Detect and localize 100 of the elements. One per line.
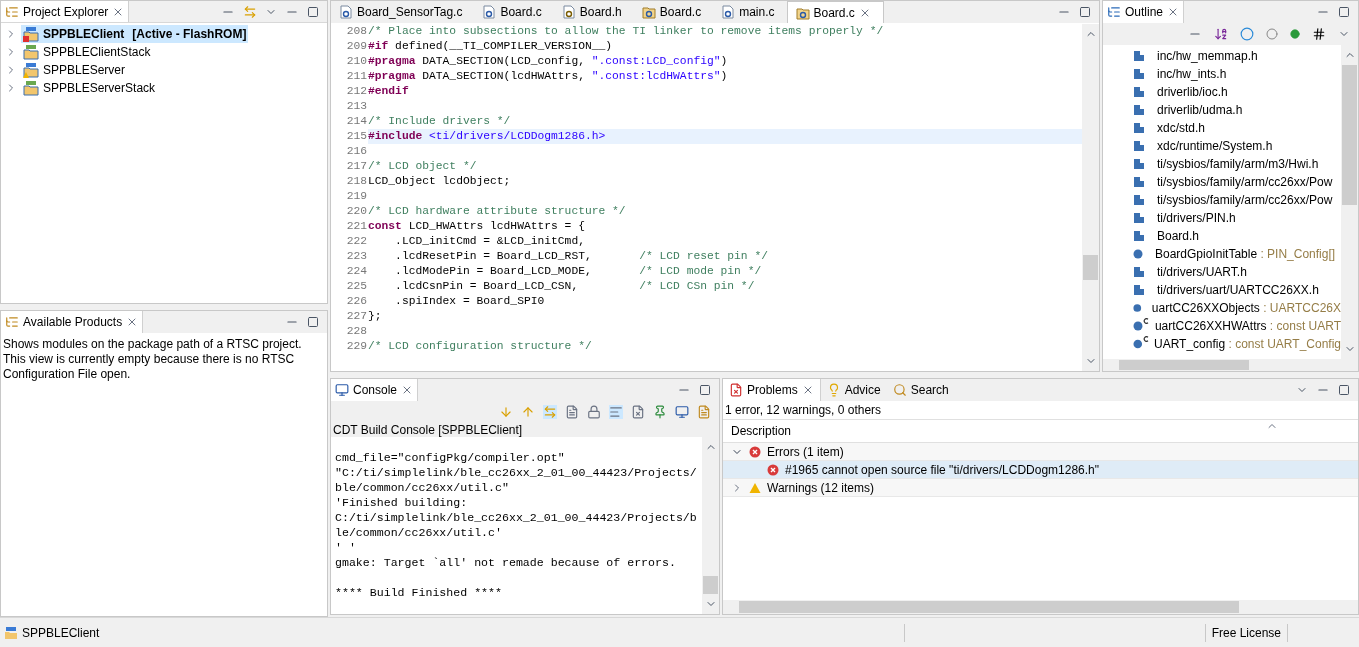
code-text: /* LCD object */ <box>368 159 478 174</box>
editor-tab-label: Board_SensorTag.c <box>357 4 463 21</box>
maximize-icon[interactable] <box>307 5 319 18</box>
source-file-icon <box>721 5 736 19</box>
editor-tab[interactable]: Board_SensorTag.c <box>331 1 475 23</box>
maximize-icon[interactable] <box>1079 6 1091 18</box>
outline-item[interactable]: ti/drivers/uart/UARTCC26XX.h <box>1103 281 1341 299</box>
outline-item[interactable]: uartCC26XXObjects : UARTCC26X <box>1103 299 1341 317</box>
empty-view-message: Shows modules on the package path of a RTSC project. This view is currently empty because there is no RTSC Configuration File open. <box>2 336 303 382</box>
console-title: CDT Build Console [SPPBLEClient] <box>331 423 719 437</box>
outline-item-label: uartCC26XXHWAttrs : const UART <box>1154 318 1341 335</box>
include-icon <box>1133 230 1145 242</box>
outline-item[interactable]: ti/sysbios/family/arm/cc26xx/Pow <box>1103 173 1341 191</box>
outline-item-label: uartCC26XXObjects : UARTCC26X <box>1151 300 1341 317</box>
maximize-icon[interactable] <box>1338 384 1350 396</box>
code-text: #pragma DATA_SECTION(LCD_config, ".const:LCD_config") <box>368 54 729 69</box>
line-number: 215 <box>345 129 368 144</box>
console-line: **** Build Finished **** <box>335 585 503 600</box>
include-icon <box>1133 266 1145 278</box>
maximize-icon[interactable] <box>1338 6 1350 18</box>
outline-item[interactable]: driverlib/ioc.h <box>1103 83 1341 101</box>
line-number: 222 <box>345 234 368 249</box>
panel-tab-label: Project Explorer <box>23 3 109 21</box>
include-icon <box>1133 122 1145 134</box>
editor-tab[interactable]: Board.c <box>474 1 554 23</box>
project-item[interactable]: SPPBLEServerStack <box>21 79 158 97</box>
panel-tab[interactable]: Problems <box>723 379 821 401</box>
outline-item[interactable]: inc/hw_ints.h <box>1103 65 1341 83</box>
scroll-thumb[interactable] <box>703 576 718 594</box>
include-icon <box>1133 194 1145 206</box>
scrollbar[interactable] <box>1103 359 1358 371</box>
column-header[interactable]: Description <box>723 419 1358 443</box>
outline-item-label: BoardGpioInitTable : PIN_Config[] <box>1155 246 1336 263</box>
search-icon <box>892 383 907 397</box>
problem-group-label: Errors (1 item) <box>767 443 844 461</box>
problem-group[interactable]: Warnings (12 items) <box>723 479 1358 497</box>
outline-item[interactable]: ti/drivers/UART.h <box>1103 263 1341 281</box>
include-icon <box>1133 50 1145 62</box>
editor-tab[interactable]: Board.c <box>786 1 884 23</box>
display-icon[interactable] <box>675 405 689 419</box>
link-icon[interactable] <box>243 4 257 19</box>
hash-icon[interactable] <box>1312 27 1326 41</box>
problem-group[interactable]: Errors (1 item) <box>723 443 1358 461</box>
dot-icon[interactable] <box>1290 29 1300 39</box>
outline-item[interactable]: ti/sysbios/family/arm/m3/Hwi.h <box>1103 155 1341 173</box>
include-icon <box>1133 158 1145 170</box>
scrollbar[interactable] <box>702 437 719 614</box>
arrow-down-icon[interactable] <box>499 405 513 419</box>
panel-tab-label: Advice <box>844 382 881 399</box>
maximize-icon[interactable] <box>699 384 711 396</box>
status-project: SPPBLEClient <box>22 624 100 642</box>
project-item[interactable]: SPPBLEServer <box>21 61 128 79</box>
console-line: "C:/ti/simplelink/ble_cc26xx_2_01_00_44423/Projects/ <box>335 465 698 480</box>
panel-tab[interactable]: Project Explorer <box>1 1 130 22</box>
outline-item[interactable]: Board.h <box>1103 227 1341 245</box>
outline-item[interactable]: uartCC26XXHWAttrs : const UART <box>1103 317 1341 335</box>
outline-item[interactable]: xdc/std.h <box>1103 119 1341 137</box>
error-icon <box>749 445 761 458</box>
scroll-thumb[interactable] <box>1083 255 1098 280</box>
link-icon[interactable] <box>543 405 557 419</box>
outline-item-label: xdc/std.h <box>1157 120 1206 137</box>
outline-item[interactable]: BoardGpioInitTable : PIN_Config[] <box>1103 245 1341 263</box>
problem-row[interactable]: #1965 cannot open source file "ti/drivers/LCDDogm1286.h" <box>723 461 1358 479</box>
clear-icon[interactable] <box>631 405 645 419</box>
console-line: ' ' <box>335 540 357 555</box>
lock-icon[interactable] <box>587 405 601 419</box>
word-wrap-icon[interactable] <box>609 405 623 419</box>
scrollbar[interactable] <box>723 600 1358 614</box>
outline-item[interactable]: ti/sysbios/family/arm/cc26xx/Pow <box>1103 191 1341 209</box>
editor-tab[interactable]: main.c <box>713 1 787 23</box>
panel-tab[interactable]: Outline <box>1103 1 1185 23</box>
outline-item[interactable]: UART_config : const UART_Config <box>1103 335 1341 353</box>
line-number: 223 <box>345 249 368 264</box>
panel-tab[interactable]: Advice <box>820 379 887 401</box>
code-text: /* Place into subsections to allow the TI linker to remove items properly */ <box>368 24 885 39</box>
maximize-icon[interactable] <box>307 316 319 328</box>
outline-item-label: ti/drivers/UART.h <box>1157 264 1247 281</box>
document-icon[interactable] <box>565 405 579 419</box>
outline-item[interactable]: ti/drivers/PIN.h <box>1103 209 1341 227</box>
scroll-thumb[interactable] <box>1119 360 1249 370</box>
project-item[interactable]: SPPBLEClientStack <box>21 43 153 61</box>
panel-tab[interactable]: Search <box>886 379 955 401</box>
scroll-thumb[interactable] <box>739 601 1239 613</box>
pin-icon[interactable] <box>653 405 667 419</box>
editor-tab[interactable]: Board.h <box>553 1 634 23</box>
outline-item[interactable]: xdc/runtime/System.h <box>1103 137 1341 155</box>
console-icon <box>335 383 349 397</box>
scrollbar[interactable] <box>1082 24 1099 371</box>
scroll-thumb[interactable] <box>1342 65 1357 205</box>
problems-icon <box>729 383 743 397</box>
include-icon <box>1133 176 1145 188</box>
line-number: 213 <box>345 99 368 114</box>
editor-tab[interactable]: Board.c <box>633 1 714 23</box>
outline-item[interactable]: driverlib/udma.h <box>1103 101 1341 119</box>
panel-tab[interactable]: Available Products <box>1 311 144 333</box>
outline-item-label: ti/sysbios/family/arm/cc26xx/Pow <box>1157 192 1333 209</box>
panel-tab[interactable]: Console <box>331 379 419 401</box>
sort-icon[interactable] <box>1214 27 1228 41</box>
project-item[interactable]: SPPBLEClient [Active - FlashROM] <box>21 25 249 43</box>
outline-item[interactable]: inc/hw_memmap.h <box>1103 47 1341 65</box>
